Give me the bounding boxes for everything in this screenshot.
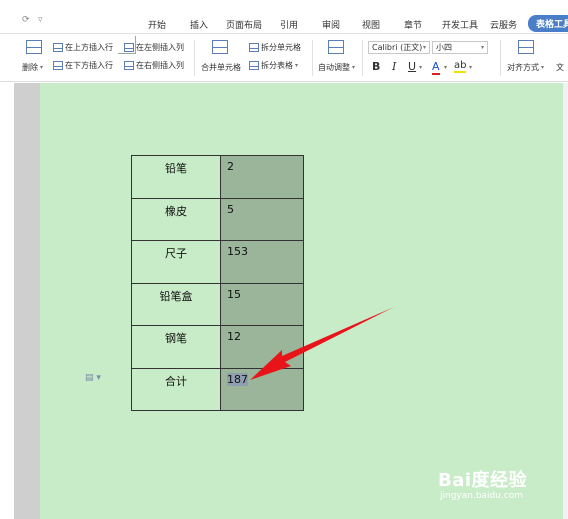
table-cell-value[interactable]: 12 [220,325,304,369]
autofit-button[interactable]: 自动调整 ▾ [318,62,355,73]
align-button[interactable]: 对齐方式 ▾ [507,62,544,73]
text-direction-button[interactable]: 文 [556,62,564,73]
merge-cells-icon[interactable] [212,40,228,54]
autofit-label: 自动调整 [318,63,350,72]
delete-table-icon[interactable] [26,40,42,54]
table-cell-name[interactable]: 橡皮 [131,197,221,241]
paste-options-icon[interactable]: ▤ ▾ [85,373,101,383]
scrollbar[interactable] [563,83,568,519]
tab-references[interactable]: 引用 [280,18,298,31]
table-row: 铅笔盒 15 [131,282,304,326]
toolbar-divider [500,40,501,76]
insert-right-label: 在右侧插入列 [136,61,184,70]
table-cell-value[interactable]: 15 [220,282,304,326]
table-cell-name[interactable]: 铅笔 [131,155,221,199]
tab-page-layout[interactable]: 页面布局 [226,18,262,31]
document-page[interactable] [40,83,568,519]
split-table-button[interactable]: 拆分表格 ▾ [249,60,298,71]
insert-row-above-button[interactable]: 在上方插入行 [53,42,113,53]
underline-options-icon[interactable]: ▾ [419,64,422,71]
split-cells-label: 拆分单元格 [261,43,301,52]
align-label: 对齐方式 [507,63,539,72]
font-color-button[interactable]: A [432,60,440,75]
baidu-watermark: Bai度经验 jingyan.baidu.com [438,466,527,501]
highlight-options-icon[interactable]: ▾ [469,64,472,71]
table-row: 尺子 153 [131,240,304,284]
ribbon-tab-bar: ⟳ ▿ 开始 插入 页面布局 引用 审阅 视图 章节 开发工具 云服务 表格工具 [0,0,568,34]
font-size-value: 小四 [436,43,452,52]
align-icon[interactable] [518,40,534,54]
data-table[interactable]: 铅笔 2 橡皮 5 尺子 153 铅笔盒 15 钢笔 12 合计 187 [131,155,304,411]
selected-total-text[interactable]: 187 [227,372,248,386]
redo-icon[interactable]: ⟳ [22,15,30,25]
underline-button[interactable]: U [408,60,416,73]
table-cell-value[interactable]: 153 [220,240,304,284]
table-cell-value[interactable]: 5 [220,197,304,241]
merge-cells-button[interactable]: 合并单元格 [201,62,241,73]
watermark-logo-text: Bai度经验 [438,470,528,491]
tab-chapter[interactable]: 章节 [404,18,422,31]
merge-label: 合并单元格 [201,63,241,72]
table-cell-name[interactable]: 铅笔盒 [131,282,221,326]
table-cell-total-value[interactable]: 187 [220,367,304,411]
table-row: 橡皮 5 [131,197,304,241]
split-table-label: 拆分表格 [261,61,293,70]
table-row: 钢笔 12 [131,325,304,369]
font-name-select[interactable]: Calibri (正文) ▾ [368,41,430,54]
italic-button[interactable]: I [392,60,396,73]
tab-review[interactable]: 审阅 [322,18,340,31]
highlight-button[interactable]: ab [454,60,467,73]
table-cell-value[interactable]: 2 [220,155,304,199]
wps-window: ⟳ ▿ 开始 插入 页面布局 引用 审阅 视图 章节 开发工具 云服务 表格工具… [0,0,568,519]
insert-below-label: 在下方插入行 [65,61,113,70]
tab-cloud[interactable]: 云服务 [490,18,517,31]
margin-corner-mark [118,36,136,54]
insert-above-icon [53,43,63,52]
toolbar-divider [194,40,195,76]
insert-right-icon [124,61,134,70]
toolbar-divider [362,40,363,76]
quick-access-more-icon[interactable]: ▿ [38,15,43,25]
font-size-select[interactable]: 小四 ▾ [432,41,488,54]
split-table-icon [249,61,259,70]
text-direction-label: 文 [556,63,564,72]
autofit-icon[interactable] [328,40,344,54]
tab-table-tools[interactable]: 表格工具 [528,15,568,32]
split-cells-button[interactable]: 拆分单元格 [249,42,301,53]
font-color-options-icon[interactable]: ▾ [444,64,447,71]
watermark-url: jingyan.baidu.com [440,491,524,501]
toolbar-divider [312,40,313,76]
insert-above-label: 在上方插入行 [65,43,113,52]
tab-insert[interactable]: 插入 [190,18,208,31]
insert-left-label: 在左侧插入列 [136,43,184,52]
table-cell-total-label[interactable]: 合计 [131,367,221,411]
tab-home[interactable]: 开始 [148,18,166,31]
insert-column-right-button[interactable]: 在右侧插入列 [124,60,184,71]
tab-view[interactable]: 视图 [362,18,380,31]
table-cell-name[interactable]: 钢笔 [131,325,221,369]
delete-button[interactable]: 删除 ▾ [22,62,43,73]
table-cell-name[interactable]: 尺子 [131,240,221,284]
bold-button[interactable]: B [372,60,380,73]
table-row: 合计 187 [131,367,304,411]
ribbon-toolbar: 删除 ▾ 在上方插入行 在下方插入行 在左侧插入列 在右侧插入列 合并单元格 拆分… [0,34,568,82]
delete-label: 删除 [22,63,38,72]
insert-below-icon [53,61,63,70]
font-name-value: Calibri (正文) [372,43,423,52]
table-row: 铅笔 2 [131,155,304,199]
insert-row-below-button[interactable]: 在下方插入行 [53,60,113,71]
tab-developer[interactable]: 开发工具 [442,18,478,31]
split-cells-icon [249,43,259,52]
